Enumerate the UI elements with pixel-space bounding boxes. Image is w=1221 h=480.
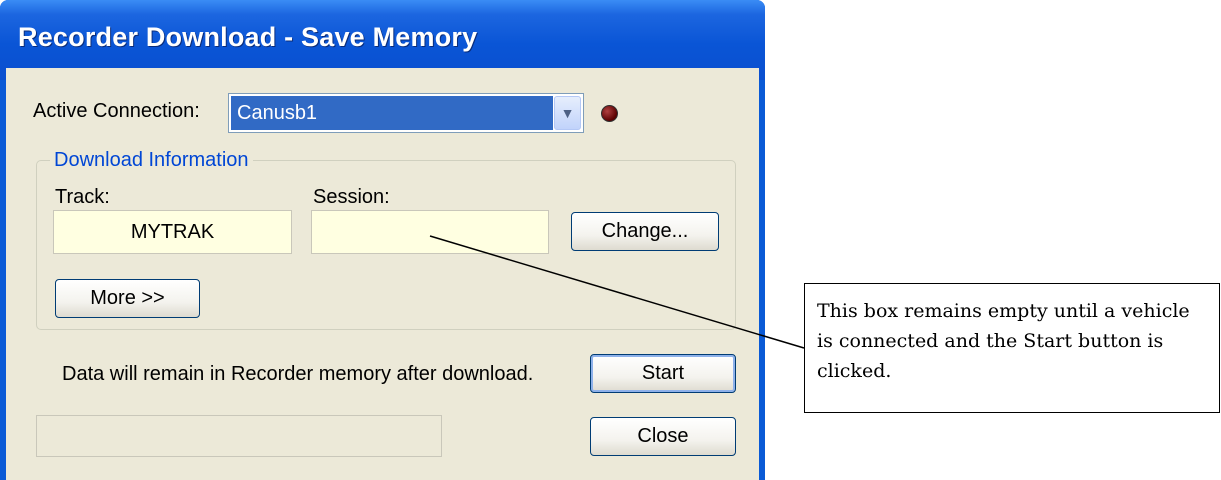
active-connection-label: Active Connection: bbox=[33, 100, 200, 122]
callout-note: This box remains empty until a vehicle i… bbox=[804, 283, 1220, 413]
more-button[interactable]: More >> bbox=[55, 279, 200, 318]
track-label: Track: bbox=[55, 186, 110, 208]
close-button[interactable]: Close bbox=[590, 417, 736, 456]
active-connection-value: Canusb1 bbox=[231, 96, 553, 130]
active-connection-select[interactable]: Canusb1 ▼ bbox=[228, 93, 584, 133]
download-information-title: Download Information bbox=[50, 149, 253, 172]
connection-status-led-icon bbox=[601, 105, 618, 122]
change-button[interactable]: Change... bbox=[571, 212, 719, 251]
track-field: MYTRAK bbox=[53, 210, 292, 254]
session-field bbox=[311, 210, 549, 254]
chevron-down-icon[interactable]: ▼ bbox=[554, 96, 581, 130]
session-label: Session: bbox=[313, 186, 390, 208]
status-message: Data will remain in Recorder memory afte… bbox=[62, 363, 534, 385]
start-button[interactable]: Start bbox=[590, 354, 736, 393]
window-title: Recorder Download - Save Memory bbox=[18, 22, 478, 52]
progress-bar bbox=[36, 415, 442, 457]
